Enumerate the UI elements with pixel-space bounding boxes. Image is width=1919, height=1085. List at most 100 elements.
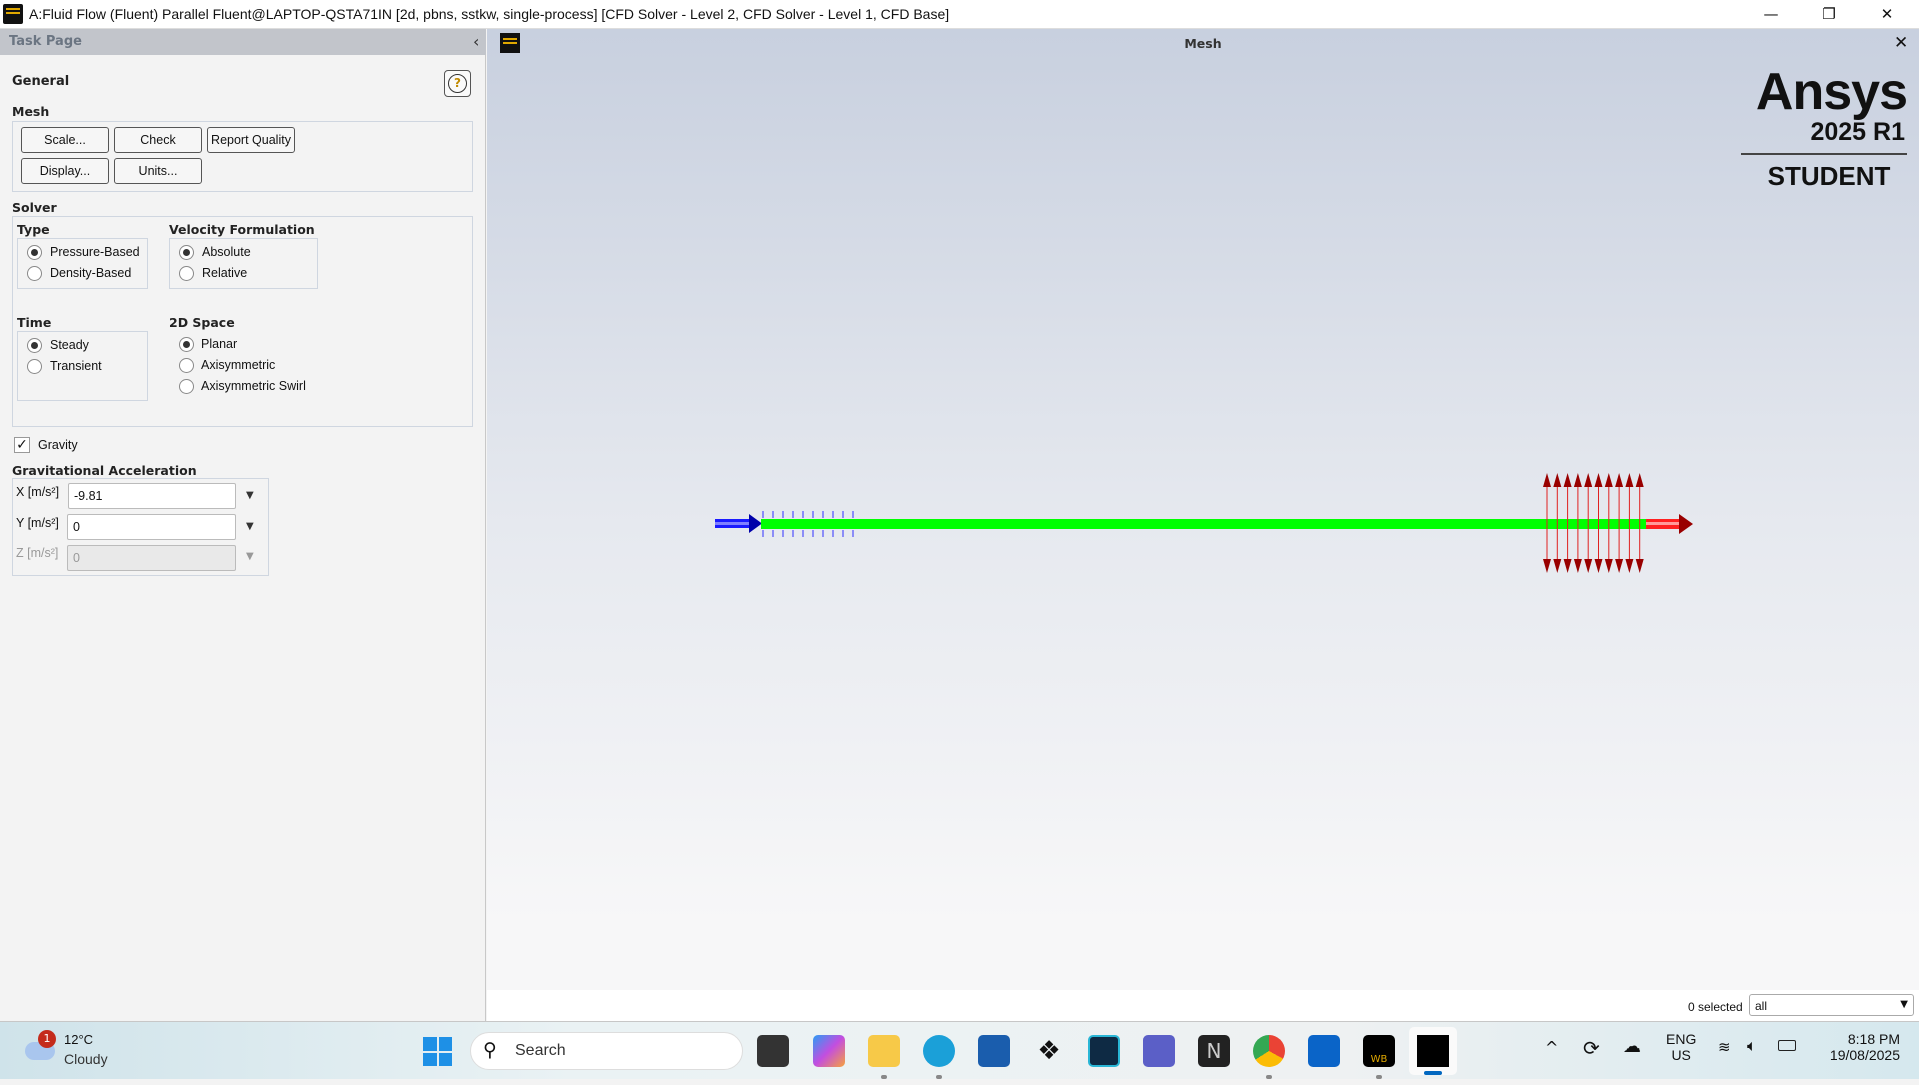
planar-label: Planar (201, 337, 238, 351)
transient-label: Transient (50, 359, 102, 373)
density-based-label: Density-Based (50, 266, 132, 280)
edge-icon[interactable] (923, 1035, 955, 1067)
workbench-icon[interactable]: WB (1363, 1035, 1395, 1067)
task-view-icon[interactable] (757, 1035, 789, 1067)
app-icon[interactable] (1088, 1035, 1120, 1067)
fluent-app-icon (3, 4, 23, 24)
outlet-arrow-down-icon (1594, 559, 1603, 573)
solver-label: Solver (12, 200, 57, 215)
notion-icon[interactable]: N (1198, 1035, 1230, 1067)
steady-label: Steady (50, 338, 89, 352)
outlet-arrow-up-icon (1584, 473, 1593, 487)
clock[interactable]: 8:18 PM 19/08/2025 (1810, 1031, 1900, 1063)
file-explorer-icon[interactable] (868, 1035, 900, 1067)
collapse-panel-icon[interactable]: ‹ (473, 32, 479, 51)
outlet-arrow-down-icon (1543, 559, 1551, 573)
graphics-status-strip: 0 selected all ▼ (487, 990, 1919, 1021)
selection-filter-dropdown[interactable]: all ▼ (1749, 994, 1914, 1016)
scale-button[interactable]: Scale... (21, 127, 109, 153)
z-accel-label: Z [m/s²] (16, 546, 59, 560)
weather-condition[interactable]: Cloudy (64, 1051, 108, 1067)
axisymmetric-radio[interactable] (179, 358, 194, 373)
help-icon: ? (448, 74, 467, 93)
fluent-icon (1417, 1035, 1449, 1067)
microsoft-store-icon[interactable] (978, 1035, 1010, 1067)
date: 19/08/2025 (1829, 1047, 1900, 1063)
graphics-window[interactable]: Mesh ✕ Ansys 2025 R1 STUDENT 0 selected … (487, 29, 1919, 1021)
outlet-arrow-down-icon (1615, 559, 1624, 573)
wifi-icon[interactable]: ≋ (1718, 1038, 1731, 1056)
chevron-down-icon: ▼ (1900, 999, 1908, 1010)
units-button[interactable]: Units... (114, 158, 202, 184)
planar-radio[interactable] (179, 337, 194, 352)
outlet-arrow-up-icon (1604, 473, 1613, 487)
pressure-based-radio[interactable] (27, 245, 42, 260)
weather-temp[interactable]: 12°C (64, 1032, 93, 1047)
copilot-icon[interactable] (813, 1035, 845, 1067)
task-page-title: Task Page (9, 34, 82, 49)
transient-radio[interactable] (27, 359, 42, 374)
teams-icon[interactable] (1143, 1035, 1175, 1067)
y-accel-input[interactable]: 0 (67, 514, 236, 540)
gravity-label: Gravity (38, 438, 78, 452)
task-page-panel: Task Page ‹ General ? Mesh Scale... Chec… (0, 29, 486, 1021)
absolute-radio[interactable] (179, 245, 194, 260)
sync-icon[interactable]: ⟳ (1583, 1036, 1600, 1060)
outlet-arrow-up-icon (1573, 473, 1582, 487)
axisymmetric-swirl-radio[interactable] (179, 379, 194, 394)
density-based-radio[interactable] (27, 266, 42, 281)
steady-radio[interactable] (27, 338, 42, 353)
fluid-domain-mesh (761, 519, 1646, 529)
weather-badge: 1 (38, 1030, 56, 1048)
mesh-view[interactable] (487, 29, 1919, 989)
running-indicator (1376, 1075, 1382, 1079)
y-accel-label: Y [m/s²] (16, 516, 59, 530)
task-page-header: Task Page (0, 29, 486, 55)
gravity-checkbox[interactable]: ✓ (14, 437, 30, 453)
restore-button[interactable]: ❐ (1806, 0, 1852, 29)
report-quality-button[interactable]: Report Quality (207, 127, 295, 153)
gravitational-acceleration-label: Gravitational Acceleration (12, 463, 197, 478)
battery-icon[interactable] (1778, 1040, 1796, 1051)
region: US (1671, 1047, 1691, 1063)
z-accel-dropdown-icon: ▼ (246, 551, 254, 562)
selection-filter-value: all (1755, 999, 1768, 1013)
outlet-arrow-down-icon (1553, 559, 1562, 573)
axisymmetric-swirl-label: Axisymmetric Swirl (201, 379, 306, 393)
dropbox-icon[interactable]: ❖ (1033, 1035, 1065, 1067)
onedrive-offline-icon[interactable]: ☁ (1623, 1036, 1641, 1057)
fluent-taskbar-button[interactable] (1409, 1027, 1457, 1075)
pressure-outlet-arrow (1646, 514, 1693, 534)
pressure-based-label: Pressure-Based (50, 245, 140, 259)
close-button[interactable]: ✕ (1864, 0, 1910, 29)
y-accel-dropdown-icon[interactable]: ▼ (246, 521, 254, 532)
outlet-arrow-down-icon (1584, 559, 1593, 573)
start-button-windows-icon[interactable] (423, 1037, 452, 1066)
velocity-inlet-arrow (715, 514, 762, 533)
volume-icon[interactable]: 🔈︎ (1747, 1036, 1757, 1056)
minimize-button[interactable]: — (1748, 0, 1794, 29)
absolute-label: Absolute (202, 245, 251, 259)
outlet-arrow-down-icon (1625, 559, 1634, 573)
check-button[interactable]: Check (114, 127, 202, 153)
running-indicator (1266, 1075, 1272, 1079)
search-box[interactable]: ⚲ Search (470, 1032, 743, 1070)
page-title: General (12, 74, 70, 89)
x-accel-dropdown-icon[interactable]: ▼ (246, 490, 254, 501)
x-accel-input[interactable]: -9.81 (68, 483, 236, 509)
z-accel-input: 0 (67, 545, 236, 571)
running-indicator (936, 1075, 942, 1079)
outlet-arrow-down-icon (1635, 559, 1644, 573)
display-button[interactable]: Display... (21, 158, 109, 184)
relative-radio[interactable] (179, 266, 194, 281)
language-indicator[interactable]: ENG US (1666, 1031, 1696, 1063)
relative-label: Relative (202, 266, 248, 280)
outlook-icon[interactable] (1308, 1035, 1340, 1067)
2d-space-label: 2D Space (169, 315, 235, 330)
outlet-arrow-up-icon (1635, 473, 1644, 487)
help-button[interactable]: ? (444, 70, 471, 97)
running-indicator (881, 1075, 887, 1079)
window-title: A:Fluid Flow (Fluent) Parallel Fluent@LA… (29, 6, 950, 22)
show-hidden-icons-chevron[interactable]: ^ (1545, 1038, 1558, 1057)
chrome-icon[interactable] (1253, 1035, 1285, 1067)
